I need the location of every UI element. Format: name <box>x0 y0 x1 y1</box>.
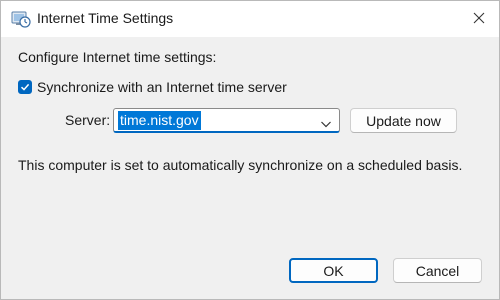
server-combobox[interactable]: time.nist.gov <box>113 108 340 133</box>
sync-status-text: This computer is set to automatically sy… <box>18 157 463 173</box>
window-title: Internet Time Settings <box>37 10 174 26</box>
server-label: Server: <box>65 112 111 128</box>
chevron-down-icon[interactable] <box>320 116 332 128</box>
update-now-button[interactable]: Update now <box>350 108 457 133</box>
section-heading: Configure Internet time settings: <box>18 49 217 65</box>
close-icon <box>473 11 485 27</box>
internet-time-settings-dialog: Internet Time Settings Configure Interne… <box>0 0 500 300</box>
sync-checkbox-label[interactable]: Synchronize with an Internet time server <box>37 79 287 95</box>
cancel-button[interactable]: Cancel <box>393 258 482 283</box>
title-bar: Internet Time Settings <box>1 1 499 37</box>
ok-button[interactable]: OK <box>289 258 378 283</box>
close-button[interactable] <box>465 5 493 33</box>
sync-checkbox-row[interactable]: Synchronize with an Internet time server <box>18 79 287 95</box>
internet-time-icon <box>11 9 31 29</box>
server-input-value[interactable]: time.nist.gov <box>118 110 201 130</box>
sync-checkbox[interactable] <box>18 80 32 94</box>
checkmark-icon <box>20 83 30 91</box>
